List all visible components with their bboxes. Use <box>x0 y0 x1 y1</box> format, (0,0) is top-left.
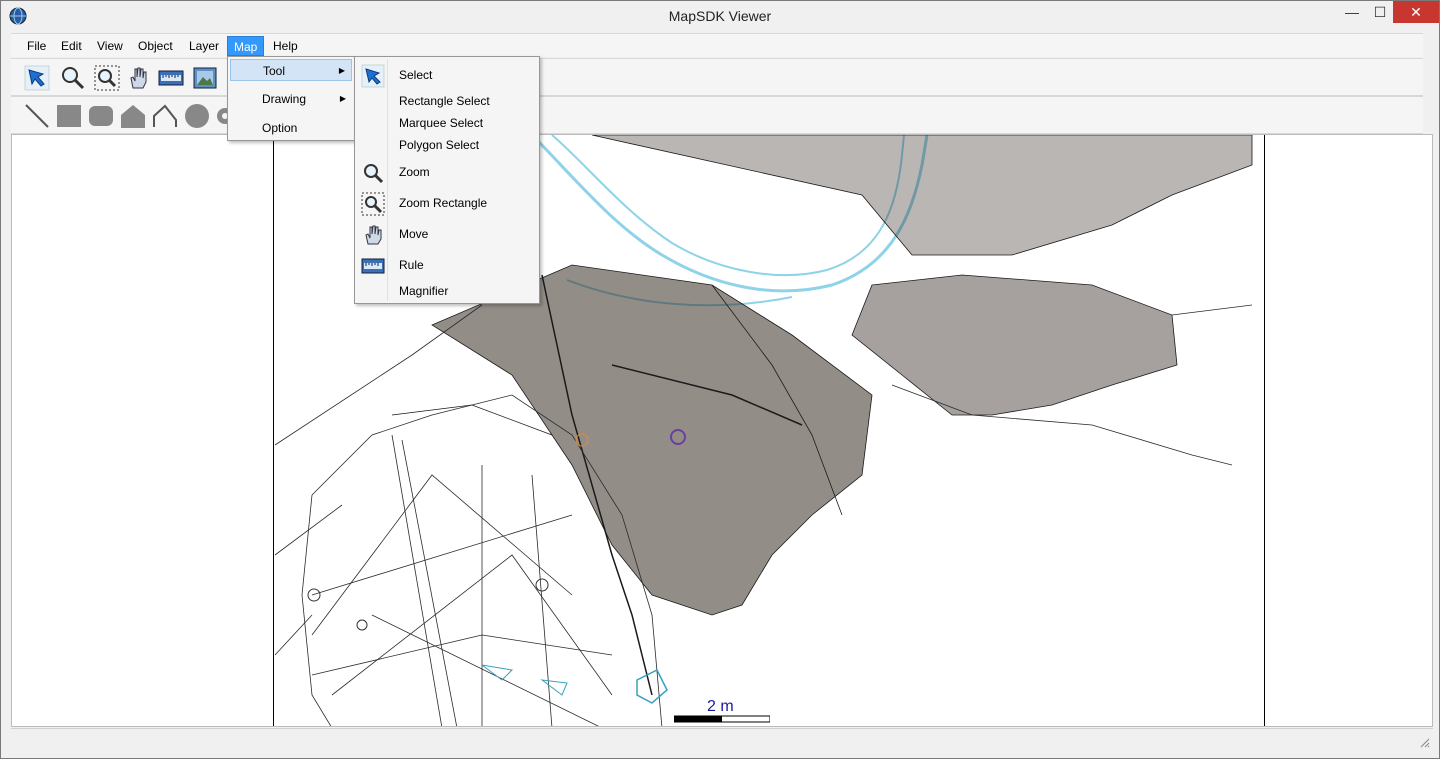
submenu-item-zoom-label: Zoom <box>399 165 430 179</box>
submenu-item-polygon-select-label: Polygon Select <box>399 138 480 152</box>
window-title: MapSDK Viewer <box>668 8 772 24</box>
submenu-item-rule[interactable]: Rule <box>357 252 537 278</box>
submenu-item-marquee-select-label: Marquee Select <box>399 116 484 130</box>
menu-bar: File Edit View Object Layer Map Help <box>11 33 1423 57</box>
menu-map[interactable]: Map <box>227 36 265 56</box>
menu-view[interactable]: View <box>91 36 129 56</box>
zoom-icon <box>364 164 384 184</box>
submenu-item-zoom-rectangle[interactable]: Zoom Rectangle <box>357 190 537 216</box>
menu-item-drawing-label: Drawing <box>262 92 307 106</box>
select-arrow-icon[interactable] <box>23 64 51 92</box>
menu-layer[interactable]: Layer <box>183 36 225 56</box>
line-icon[interactable] <box>23 102 51 130</box>
submenu-item-move[interactable]: Move <box>357 221 537 247</box>
tool-submenu: Select Rectangle Select Marquee Select P… <box>354 56 540 304</box>
city-map[interactable] <box>12 135 1433 727</box>
menu-help[interactable]: Help <box>267 36 304 56</box>
menu-item-tool[interactable]: Tool ▶ <box>230 59 352 81</box>
submenu-item-rule-label: Rule <box>399 258 424 272</box>
menu-item-option-label: Option <box>262 121 298 135</box>
submenu-item-magnifier[interactable]: Magnifier <box>357 278 537 304</box>
close-button[interactable]: ✕ <box>1393 1 1439 23</box>
submenu-item-move-label: Move <box>399 227 429 241</box>
zoom-rectangle-icon <box>361 192 385 216</box>
circle-icon[interactable] <box>183 102 211 130</box>
submenu-item-select[interactable]: Select <box>357 62 537 88</box>
submenu-arrow-icon: ▶ <box>339 94 346 103</box>
ruler-icon[interactable] <box>157 64 185 92</box>
menu-file[interactable]: File <box>21 36 52 56</box>
polyline-icon[interactable] <box>151 102 179 130</box>
export-image-icon[interactable] <box>191 64 219 92</box>
submenu-item-select-label: Select <box>399 68 433 82</box>
rounded-rectangle-icon[interactable] <box>87 102 115 130</box>
status-bar <box>11 728 1433 751</box>
polygon-icon[interactable] <box>119 102 147 130</box>
menu-item-option[interactable]: Option <box>230 117 352 139</box>
menu-object[interactable]: Object <box>132 36 179 56</box>
rectangle-icon[interactable] <box>55 102 83 130</box>
title-bar: MapSDK Viewer — ☐ ✕ <box>1 1 1439 31</box>
ruler-icon <box>361 258 385 274</box>
hand-icon <box>365 225 382 245</box>
maximize-button[interactable]: ☐ <box>1367 1 1393 23</box>
app-window: MapSDK Viewer — ☐ ✕ File Edit View Objec… <box>0 0 1440 759</box>
scale-bar <box>674 715 770 723</box>
drawing-toolbar <box>11 96 1423 134</box>
zoom-icon[interactable] <box>59 64 87 92</box>
submenu-item-rectangle-select-label: Rectangle Select <box>399 94 490 108</box>
submenu-item-polygon-select[interactable]: Polygon Select <box>357 132 537 158</box>
menu-item-tool-label: Tool <box>263 64 286 78</box>
submenu-item-zoom[interactable]: Zoom <box>357 159 537 185</box>
menu-edit[interactable]: Edit <box>55 36 88 56</box>
hand-icon[interactable] <box>125 64 153 92</box>
submenu-item-zoom-rectangle-label: Zoom Rectangle <box>399 196 488 210</box>
submenu-arrow-icon: ▶ <box>338 66 345 75</box>
resize-grip-icon[interactable] <box>1419 737 1431 749</box>
zoom-rectangle-icon[interactable] <box>93 64 121 92</box>
minimize-button[interactable]: — <box>1337 1 1367 23</box>
map-canvas[interactable]: 2 m <box>11 134 1433 727</box>
map-menu-dropdown: Tool ▶ Drawing ▶ Option <box>227 56 355 141</box>
scale-label: 2 m <box>707 698 734 715</box>
menu-item-drawing[interactable]: Drawing ▶ <box>230 88 352 110</box>
select-arrow-icon <box>361 64 385 88</box>
submenu-item-magnifier-label: Magnifier <box>399 284 449 298</box>
main-toolbar <box>11 58 1423 96</box>
